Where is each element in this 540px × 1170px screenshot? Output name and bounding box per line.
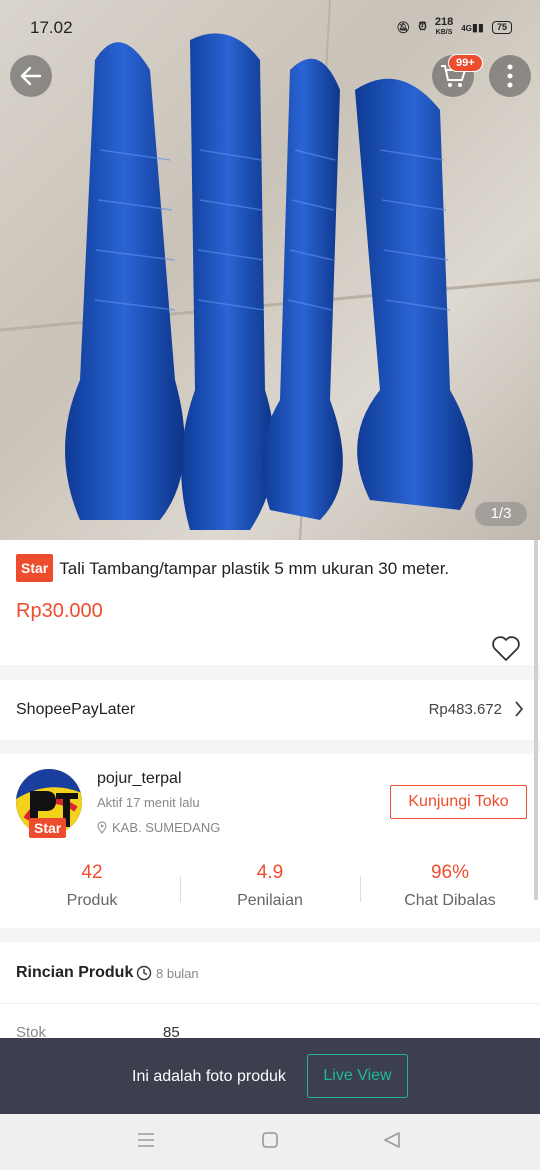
paylater-label: ShopeePayLater (16, 701, 136, 718)
shop-active-status: Aktif 17 menit lalu (97, 795, 200, 810)
star-badge: Star (16, 554, 54, 582)
status-bar: 17.02 🔕︎ ⏰︎ 218 KB/S 4G▮▮ 75 (0, 0, 540, 56)
product-title-row: Star Tali Tambang/tampar plastik 5 mm uku… (16, 554, 524, 582)
speed-unit: KB/S (435, 29, 453, 36)
shop-name[interactable]: pojur_terpal (97, 770, 182, 788)
product-info-section: Star Tali Tambang/tampar plastik 5 mm uku… (0, 540, 540, 665)
paylater-row[interactable]: ShopeePayLater Rp483.672 (0, 680, 540, 740)
stat-value: 96% (430, 862, 470, 883)
stat-products[interactable]: 42 Produk (2, 862, 182, 910)
stat-chat-reply[interactable]: 96% Chat Dibalas (360, 862, 540, 910)
stat-value: 42 (81, 862, 103, 883)
more-vertical-icon (507, 64, 513, 88)
banner-text: Ini adalah foto produk (132, 1068, 286, 1085)
image-counter: 1/3 (475, 502, 527, 526)
cart-badge: 99+ (448, 54, 483, 72)
shop-location-text: KAB. SUMEDANG (112, 820, 221, 835)
divider (0, 1003, 540, 1004)
product-price: Rp30.000 (16, 600, 103, 622)
location-pin-icon (97, 821, 107, 834)
speed-value: 218 (434, 16, 454, 28)
stat-label: Produk (66, 892, 118, 909)
mute-icon: 🔕︎ (396, 22, 411, 34)
menu-icon[interactable] (137, 1132, 155, 1148)
scrollbar[interactable] (534, 540, 538, 900)
stat-label: Chat Dibalas (404, 892, 496, 909)
chevron-right-icon (515, 701, 524, 717)
signal-icon: 4G▮▮ (461, 22, 484, 34)
back-button[interactable] (10, 55, 52, 97)
stat-label: Penilaian (237, 892, 303, 909)
stat-value: 4.9 (256, 862, 284, 883)
product-details-section: Rincian Produk 8 bulan Stok 85 (0, 942, 540, 1042)
more-options-button[interactable] (489, 55, 531, 97)
shop-section: Star pojur_terpal Aktif 17 menit lalu KA… (0, 754, 540, 928)
product-title: Tali Tambang/tampar plastik 5 mm ukuran … (59, 559, 450, 578)
details-time-text: 8 bulan (156, 965, 199, 981)
home-square-icon[interactable] (261, 1132, 279, 1148)
status-icons: 🔕︎ ⏰︎ 218 KB/S 4G▮▮ 75 (396, 16, 512, 37)
visit-shop-button[interactable]: Kunjungi Toko (390, 785, 527, 819)
paylater-amount: Rp483.672 (428, 701, 502, 718)
back-triangle-icon[interactable] (383, 1132, 401, 1148)
back-arrow-icon (20, 66, 42, 86)
photo-banner: Ini adalah foto produk Live View (0, 1038, 540, 1114)
details-time: 8 bulan (136, 965, 199, 981)
stat-rating[interactable]: 4.9 Penilaian (180, 862, 360, 910)
shop-star-badge: Star (29, 818, 67, 838)
live-view-button[interactable]: Live View (307, 1054, 408, 1098)
heart-icon[interactable] (491, 636, 521, 662)
speed-indicator: 218 KB/S (434, 16, 454, 37)
system-nav-bar (0, 1114, 540, 1170)
network-type: 4G (461, 24, 472, 33)
status-time: 17.02 (30, 18, 73, 37)
shop-location: KAB. SUMEDANG (97, 820, 220, 835)
clock-icon (136, 965, 152, 981)
battery-icon: 75 (491, 21, 512, 34)
alarm-icon: ⏰︎ (418, 21, 427, 33)
details-title: Rincian Produk (16, 964, 134, 981)
